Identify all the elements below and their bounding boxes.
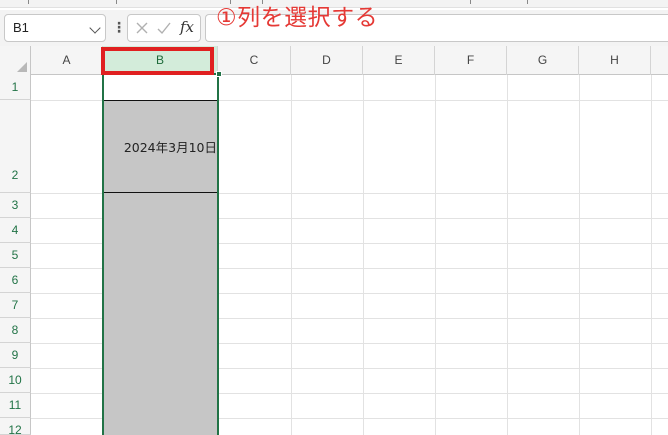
select-all-button[interactable] xyxy=(0,46,31,75)
column-header-g[interactable]: G xyxy=(507,46,579,75)
column-b-selection[interactable] xyxy=(102,71,222,435)
row-header-8[interactable]: 8 xyxy=(0,318,31,343)
cell-border-bottom xyxy=(104,192,217,193)
ribbon-fragment xyxy=(28,0,29,4)
worksheet-grid[interactable]: 2024年3月10日 1 2 3 4 5 6 7 8 9 10 11 12 xyxy=(0,71,668,435)
row-header-2[interactable]: 2 xyxy=(0,100,31,193)
row-header-5[interactable]: 5 xyxy=(0,243,31,268)
ribbon-fragment xyxy=(262,0,263,4)
column-header-f[interactable]: F xyxy=(435,46,507,75)
row-header-10[interactable]: 10 xyxy=(0,368,31,393)
column-header-b[interactable]: B xyxy=(103,46,218,75)
cell-b2[interactable]: 2024年3月10日 xyxy=(104,137,217,157)
row-header-3[interactable]: 3 xyxy=(0,193,31,218)
confirm-icon[interactable] xyxy=(156,20,172,36)
row-header-9[interactable]: 9 xyxy=(0,343,31,368)
cancel-icon[interactable] xyxy=(134,20,150,36)
name-box[interactable]: B1 xyxy=(4,14,106,42)
row-header-6[interactable]: 6 xyxy=(0,268,31,293)
ribbon-fragment xyxy=(470,0,471,4)
gridline xyxy=(651,75,652,435)
ribbon-fragment xyxy=(116,0,117,4)
row-header-12[interactable]: 12 xyxy=(0,418,31,435)
insert-function-button[interactable]: fx xyxy=(180,18,194,36)
gridline xyxy=(507,75,508,435)
formula-tools: fx xyxy=(127,14,201,42)
gridline xyxy=(435,75,436,435)
select-all-triangle-icon xyxy=(17,62,27,72)
annotation-text: ①列を選択する xyxy=(216,5,379,31)
chevron-down-icon[interactable] xyxy=(89,22,101,34)
column-header-row: A B C D E F G H xyxy=(0,46,668,75)
column-header-a[interactable]: A xyxy=(31,46,103,75)
row-header-1[interactable]: 1 xyxy=(0,75,31,100)
name-box-value: B1 xyxy=(13,20,29,35)
cell-border-top xyxy=(104,100,217,101)
fill-handle[interactable] xyxy=(216,71,222,77)
column-header-h[interactable]: H xyxy=(579,46,651,75)
gridline xyxy=(579,75,580,435)
column-header-c[interactable]: C xyxy=(218,46,291,75)
more-options-icon[interactable]: ⋮ xyxy=(112,17,126,39)
ribbon-fragment xyxy=(527,0,528,4)
gridline xyxy=(291,75,292,435)
row-header-7[interactable]: 7 xyxy=(0,293,31,318)
row-header-4[interactable]: 4 xyxy=(0,218,31,243)
active-cell-b1[interactable] xyxy=(104,75,217,100)
ribbon-fragment xyxy=(230,0,231,4)
column-header-e[interactable]: E xyxy=(363,46,435,75)
gridline xyxy=(363,75,364,435)
row-header-11[interactable]: 11 xyxy=(0,393,31,418)
column-header-d[interactable]: D xyxy=(291,46,363,75)
